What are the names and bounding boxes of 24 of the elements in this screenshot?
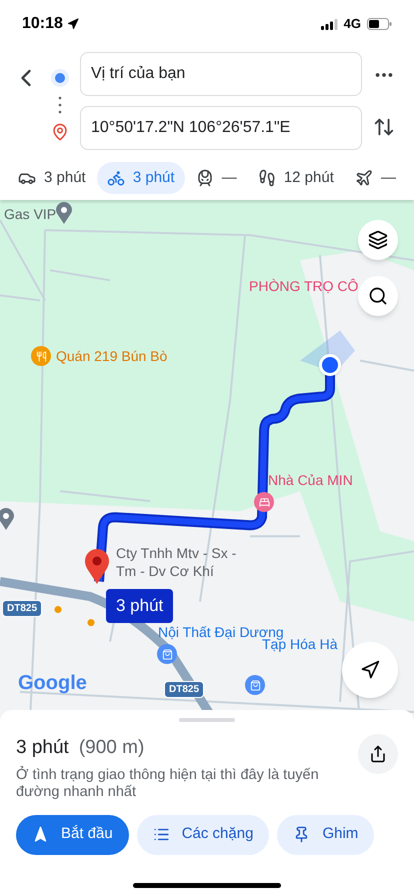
- travel-mode-tab[interactable]: 12 phút: [248, 162, 344, 194]
- route-note: Ở tình trạng giao thông hiện tại thì đây là tuyến đường nhanh nhất: [16, 766, 320, 800]
- map-place-label: Gas VIP: [4, 205, 56, 224]
- action-button[interactable]: Các chặng: [136, 814, 270, 854]
- route-time-label: 3 phút: [106, 589, 174, 622]
- duration-text: 3 phút: [16, 736, 69, 760]
- road-number-sign: DT825: [2, 600, 42, 617]
- google-logo: Google: [18, 671, 87, 696]
- travel-mode-tab[interactable]: —: [344, 162, 406, 194]
- action-button[interactable]: Ghim: [277, 814, 374, 854]
- status-time: 10:18: [22, 14, 63, 34]
- map-place-label: PHÒNG TRỌ CÔ: [249, 277, 358, 296]
- network-label: 4G: [344, 15, 361, 34]
- travel-mode-tab[interactable]: 3 phút: [8, 162, 96, 194]
- destination-field[interactable]: 10°50'17.2"N 106°26'57.1"E: [80, 106, 362, 150]
- map-place-label: Cty Tnhh Mtv - Sx - Tm - Dv Cơ Khí: [116, 544, 238, 580]
- map-place-label: Nhà Của MIN: [268, 471, 353, 490]
- action-button[interactable]: Bắt đầu: [16, 814, 129, 854]
- origin-field[interactable]: Vị trí của bạn: [80, 52, 362, 96]
- map-place-label: Quán 219 Bún Bò: [56, 347, 168, 366]
- travel-mode-tab[interactable]: —: [186, 162, 247, 194]
- distance-text: (900 m): [78, 736, 144, 760]
- road-number-sign: DT825: [164, 681, 204, 698]
- travel-mode-tab[interactable]: 3 phút: [96, 162, 185, 194]
